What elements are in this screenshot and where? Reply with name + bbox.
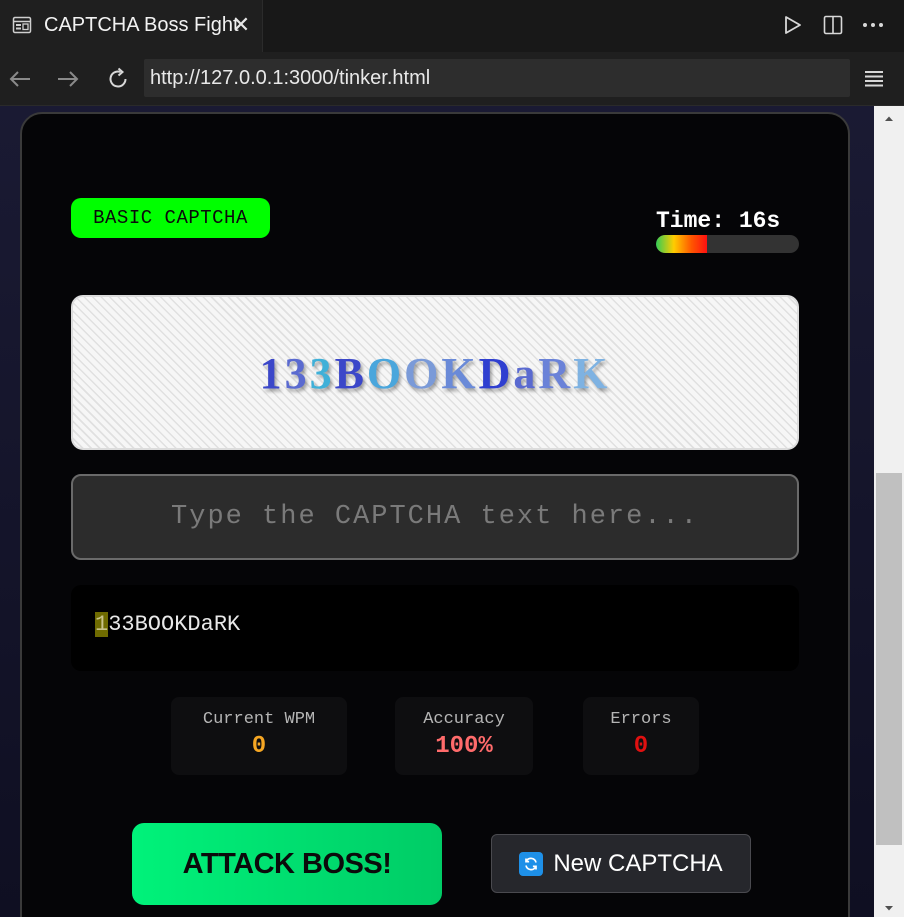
- split-editor-icon[interactable]: [822, 12, 844, 38]
- tab-strip: CAPTCHA Boss Fight ✕: [0, 0, 904, 52]
- browser-page-icon: [12, 16, 32, 34]
- navigation-bar: http://127.0.0.1:3000/tinker.html: [0, 52, 904, 106]
- refresh-icon: [519, 851, 544, 876]
- scroll-up-arrow-icon[interactable]: [882, 112, 896, 126]
- new-captcha-button[interactable]: New CAPTCHA: [491, 834, 751, 893]
- url-input[interactable]: http://127.0.0.1:3000/tinker.html: [144, 59, 850, 97]
- tab-title: CAPTCHA Boss Fight: [44, 14, 239, 36]
- captcha-glyph: a: [513, 349, 539, 398]
- stat-value: 0: [251, 733, 267, 760]
- captcha-image: 133BOOKDaRK: [71, 295, 799, 450]
- tab-captcha-boss-fight[interactable]: CAPTCHA Boss Fight ✕: [0, 0, 263, 52]
- difficulty-badge: BASIC CAPTCHA: [71, 198, 270, 238]
- scroll-down-arrow-icon[interactable]: [882, 901, 896, 915]
- reload-icon[interactable]: [103, 64, 133, 94]
- close-icon[interactable]: ✕: [229, 12, 253, 38]
- current-char: 1: [95, 612, 109, 637]
- vertical-scrollbar[interactable]: [874, 106, 904, 917]
- back-arrow-icon[interactable]: [5, 64, 35, 94]
- captcha-answer-input[interactable]: [71, 474, 799, 560]
- captcha-glyph: 3: [284, 349, 310, 398]
- captcha-glyph: 3: [309, 349, 335, 398]
- captcha-glyph: K: [573, 349, 611, 398]
- play-icon[interactable]: [782, 12, 804, 38]
- stat-label: Current WPM: [202, 710, 316, 729]
- captcha-glyph: 1: [259, 349, 285, 398]
- stat-label: Accuracy: [423, 710, 505, 729]
- menu-icon[interactable]: [862, 66, 886, 90]
- timer-bar: [656, 235, 799, 253]
- timer-text: Time: 16s: [656, 208, 781, 234]
- scrollbar-thumb[interactable]: [876, 473, 902, 845]
- page-viewport: BASIC CAPTCHA Time: 16s 133BOOKDaRK 133B…: [0, 106, 874, 917]
- timer-bar-fill: [656, 235, 708, 253]
- typing-progress-display: 133BOOKDaRK: [71, 585, 799, 671]
- editor-actions: [782, 12, 884, 38]
- stat-value: 100%: [435, 733, 493, 760]
- stat-label: Errors: [610, 710, 672, 729]
- captcha-game-card: BASIC CAPTCHA Time: 16s 133BOOKDaRK 133B…: [20, 112, 850, 917]
- forward-arrow-icon[interactable]: [53, 64, 83, 94]
- remaining-chars: 33BOOKDaRK: [108, 612, 241, 637]
- captcha-glyph: R: [538, 349, 574, 398]
- stat-accuracy: Accuracy 100%: [395, 697, 533, 775]
- more-icon[interactable]: [862, 12, 884, 38]
- attack-boss-button[interactable]: ATTACK BOSS!: [132, 823, 442, 905]
- stat-errors: Errors 0: [583, 697, 699, 775]
- new-captcha-label: New CAPTCHA: [553, 849, 723, 877]
- captcha-glyph: D: [478, 349, 514, 398]
- captcha-glyph: K: [441, 349, 479, 398]
- stat-wpm: Current WPM 0: [171, 697, 347, 775]
- captcha-text: 133BOOKDaRK: [260, 348, 611, 399]
- captcha-glyph: O: [404, 349, 442, 398]
- stat-value: 0: [633, 733, 649, 760]
- captcha-glyph: B: [334, 349, 367, 398]
- captcha-glyph: O: [366, 349, 405, 398]
